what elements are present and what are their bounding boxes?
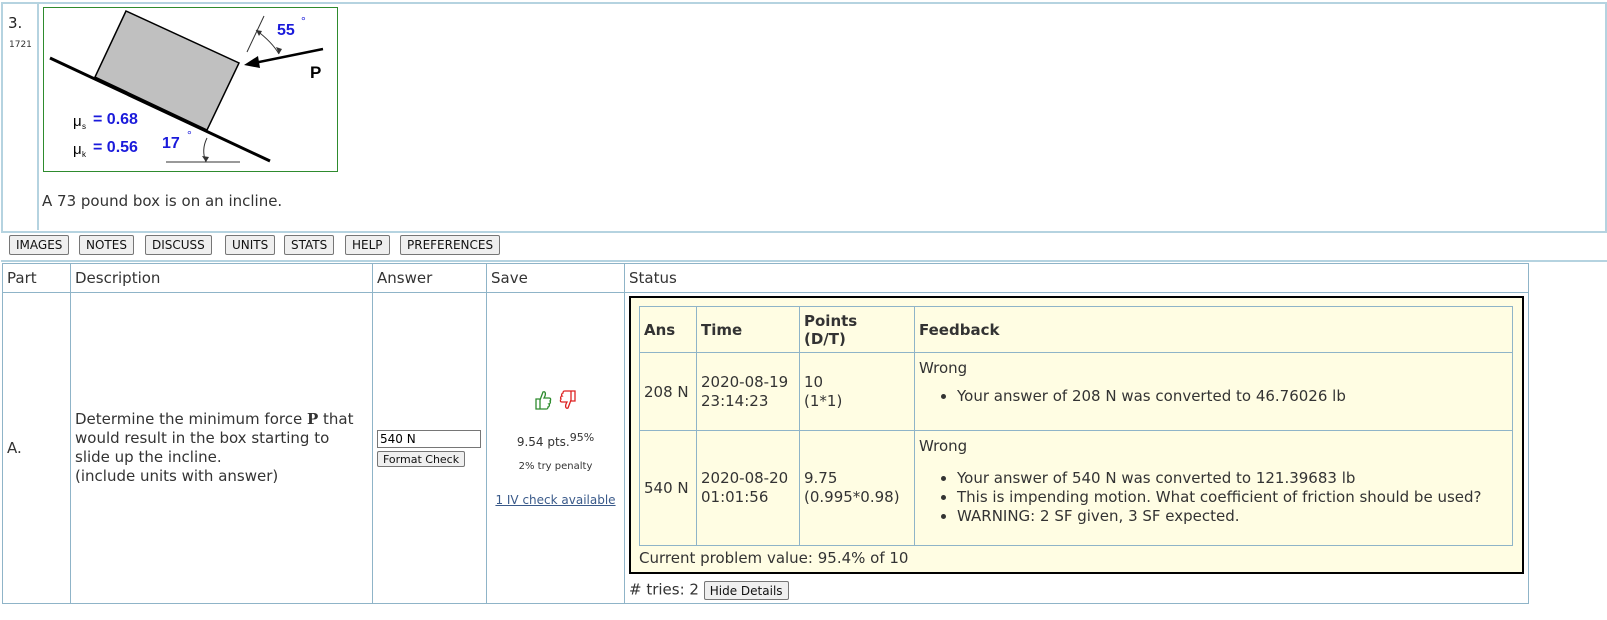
answer-cell: Format Check bbox=[372, 292, 487, 604]
hide-details-button[interactable]: Hide Details bbox=[703, 581, 789, 600]
tries-row: # tries: 2 Hide Details bbox=[629, 578, 1528, 600]
svg-text:°: ° bbox=[187, 128, 192, 142]
save-cell: 9.54 pts.95% 2% try penalty 1 IV check a… bbox=[486, 292, 625, 604]
discuss-button[interactable]: DISCUSS bbox=[145, 235, 212, 255]
status-cell: Ans Time Points (D/T) Feedback 208 N 2020… bbox=[624, 292, 1529, 604]
feedback-note: WARNING: 2 SF given, 3 SF expected. bbox=[957, 507, 1508, 526]
preferences-button[interactable]: PREFERENCES bbox=[400, 235, 501, 255]
incline-angle-value: 17 bbox=[162, 135, 180, 152]
images-button[interactable]: IMAGES bbox=[9, 235, 70, 255]
format-check-button[interactable]: Format Check bbox=[377, 451, 466, 467]
feedback-header-feedback: Feedback bbox=[914, 306, 1513, 353]
units-button[interactable]: UNITS bbox=[225, 235, 276, 255]
thumbs-up-icon[interactable] bbox=[533, 390, 558, 415]
tries-count: # tries: 2 bbox=[629, 580, 699, 599]
incline-diagram: 55 ° P 17 ° μ s = 0.68 μ k = 0.56 bbox=[49, 10, 324, 163]
iv-check-link[interactable]: 1 IV check available bbox=[495, 493, 615, 507]
feedback-row: 208 N 2020-08-1923:14:23 10(1*1) Wrong Y… bbox=[639, 352, 1513, 431]
header-status: Status bbox=[624, 263, 1529, 293]
feedback-points: 10 (1*1) bbox=[799, 352, 915, 431]
mu-k-symbol: μ bbox=[73, 141, 82, 158]
problem-figure: 55 ° P 17 ° μ s = 0.68 μ k = 0.56 bbox=[43, 7, 338, 172]
feedback-time: 2020-08-20 01:01:56 bbox=[696, 430, 800, 546]
feedback-ans: 540 N bbox=[639, 430, 697, 546]
feedback-notes: Your answer of 540 N was converted to 12… bbox=[919, 469, 1508, 526]
parts-table: Part Description Answer Save Status A. D… bbox=[2, 263, 1529, 604]
angle-p-value: 55 bbox=[277, 22, 295, 39]
feedback-note: Your answer of 208 N was converted to 46… bbox=[957, 387, 1508, 406]
force-arrowhead bbox=[244, 56, 260, 68]
feedback-row: 540 N 2020-08-20 01:01:56 9.75 (0.995*0.98… bbox=[639, 430, 1513, 546]
feedback-text: Wrong Your answer of 208 N was converted… bbox=[914, 352, 1513, 431]
status-box: Ans Time Points (D/T) Feedback 208 N 2020… bbox=[629, 296, 1524, 574]
mu-s-symbol: μ bbox=[73, 113, 82, 130]
rating-icons bbox=[491, 389, 620, 415]
stats-button[interactable]: STATS bbox=[284, 235, 335, 255]
points-earned: 9.54 pts.95% bbox=[516, 430, 595, 449]
feedback-time: 2020-08-19 23:14:23 bbox=[696, 352, 800, 431]
part-row: A. Determine the minimum force P that wo… bbox=[2, 292, 1529, 604]
question-id: 1721 bbox=[9, 40, 32, 50]
part-label: A. bbox=[2, 292, 71, 604]
feedback-header-time: Time bbox=[696, 306, 800, 353]
question-number-column: 3. 1721 bbox=[3, 4, 39, 230]
feedback-ans: 208 N bbox=[639, 352, 697, 431]
header-part: Part bbox=[2, 263, 71, 293]
header-description: Description bbox=[70, 263, 373, 293]
feedback-header-points: Points (D/T) bbox=[799, 306, 915, 353]
question-text: A 73 pound box is on an incline. bbox=[42, 192, 283, 210]
current-problem-value: Current problem value: 95.4% of 10 bbox=[639, 549, 909, 567]
force-symbol: P bbox=[306, 410, 319, 428]
part-description: Determine the minimum force P that would… bbox=[70, 292, 373, 604]
mu-k-value: = 0.56 bbox=[93, 139, 138, 156]
parts-header-row: Part Description Answer Save Status bbox=[2, 263, 1529, 293]
feedback-header-row: Ans Time Points (D/T) Feedback bbox=[639, 306, 1513, 353]
feedback-table: Ans Time Points (D/T) Feedback 208 N 2020… bbox=[639, 306, 1513, 546]
header-save: Save bbox=[486, 263, 625, 293]
question-number: 3. bbox=[8, 14, 23, 32]
answer-input[interactable] bbox=[377, 430, 481, 448]
try-penalty: 2% try penalty bbox=[518, 460, 593, 472]
help-button[interactable]: HELP bbox=[345, 235, 390, 255]
svg-text:°: ° bbox=[301, 14, 306, 28]
thumbs-down-icon[interactable] bbox=[558, 389, 578, 415]
feedback-header-ans: Ans bbox=[639, 306, 697, 353]
mu-s-value: = 0.68 bbox=[93, 111, 138, 128]
notes-button[interactable]: NOTES bbox=[79, 235, 134, 255]
feedback-note: This is impending motion. What coefficie… bbox=[957, 488, 1508, 507]
feedback-text: Wrong Your answer of 540 N was converted… bbox=[914, 430, 1513, 546]
feedback-points: 9.75 (0.995*0.98) bbox=[799, 430, 915, 546]
force-label: P bbox=[310, 63, 321, 82]
feedback-notes: Your answer of 208 N was converted to 46… bbox=[919, 387, 1508, 406]
force-arrow bbox=[253, 47, 324, 65]
svg-text:s: s bbox=[82, 122, 86, 131]
feedback-note: Your answer of 540 N was converted to 12… bbox=[957, 469, 1508, 488]
svg-text:k: k bbox=[82, 150, 87, 159]
header-answer: Answer bbox=[372, 263, 487, 293]
